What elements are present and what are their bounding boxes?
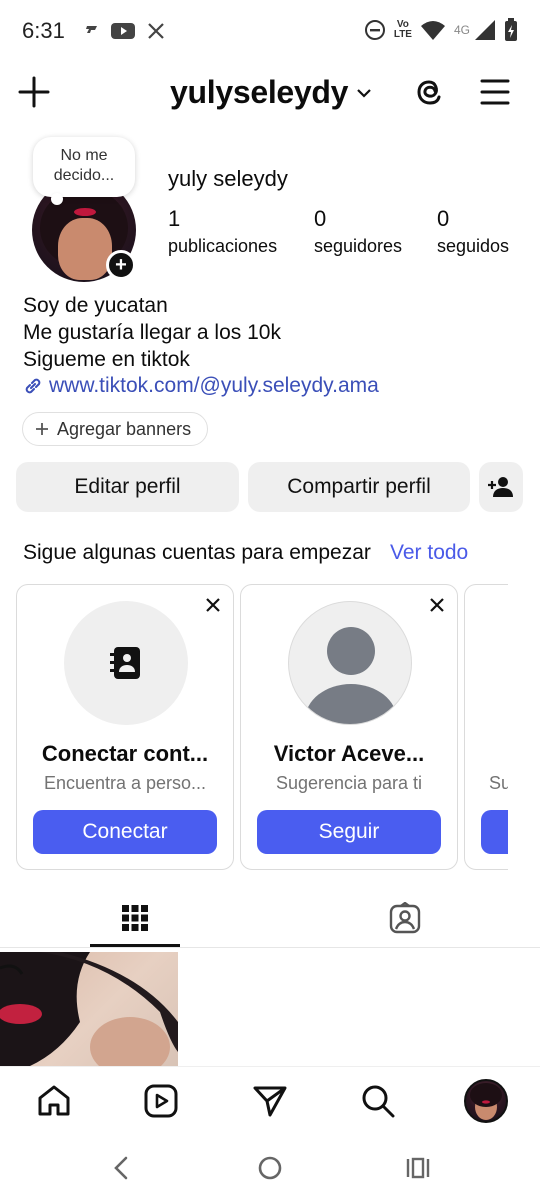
connect-button[interactable]: Conectar (33, 810, 217, 854)
x-icon (148, 23, 164, 39)
suggestion-button[interactable] (481, 810, 508, 854)
suggestion-name: Conectar cont... (41, 741, 209, 766)
note-text: No me decido... (53, 147, 115, 184)
contacts-book-icon (110, 647, 140, 679)
stat-following-value: 0 (437, 206, 450, 231)
stat-followers[interactable]: 0 seguidores (314, 206, 437, 258)
profile-actions: Editar perfil Compartir perfil (16, 462, 523, 512)
system-navigation-bar (0, 1136, 540, 1200)
profile-header: yulyseleydy (0, 62, 540, 124)
stat-posts-label: publicaciones (168, 236, 278, 256)
plus-icon (36, 423, 48, 435)
stat-following[interactable]: 0 seguidos (437, 206, 509, 258)
edit-profile-button[interactable]: Editar perfil (16, 462, 239, 512)
see-all-link[interactable]: Ver todo (390, 541, 468, 565)
profile-avatar-tab[interactable] (464, 1079, 508, 1123)
profile-stats: 1 publicaciones 0 seguidores 0 seguidos (168, 206, 509, 258)
chevron-down-icon (357, 88, 371, 98)
do-not-disturb-icon (364, 20, 385, 40)
battery-icon (505, 18, 517, 41)
follow-button[interactable]: Seguir (257, 810, 441, 854)
note-bubble[interactable]: No me decido... (33, 137, 135, 205)
account-switcher[interactable]: yulyseleydy (170, 74, 372, 111)
volte-indicator: Vo LTE (393, 19, 412, 40)
stat-followers-value: 0 (314, 206, 327, 231)
follow-label: Seguir (318, 820, 380, 843)
edit-profile-label: Editar perfil (74, 475, 181, 498)
send-icon[interactable] (252, 1083, 288, 1119)
grid-icon (122, 905, 148, 931)
add-person-icon (488, 477, 513, 497)
close-icon[interactable] (205, 597, 221, 613)
add-banners-button[interactable]: Agregar banners (22, 412, 209, 446)
profile-bio: Soy de yucatan Me gustaría llegar a los … (23, 292, 281, 373)
suggestion-subtitle: Sugerencia para ti (275, 773, 423, 793)
network-type: 4G (453, 23, 470, 37)
active-tab-indicator (90, 944, 180, 947)
home-circle-icon[interactable] (256, 1154, 284, 1182)
suggestion-subtitle: Encuentra a perso... (43, 773, 207, 793)
profile-link[interactable]: www.tiktok.com/@yuly.seleydy.ama (23, 374, 379, 398)
home-icon[interactable] (36, 1083, 72, 1119)
menu-icon[interactable] (480, 78, 510, 106)
suggestion-subtitle: Su (489, 773, 508, 793)
bio-line: Soy de yucatan (23, 294, 168, 317)
tagged-icon (389, 902, 421, 934)
stat-posts[interactable]: 1 publicaciones (168, 206, 314, 258)
app-notification-icon (85, 26, 97, 33)
profile-link-text: www.tiktok.com/@yuly.seleydy.ama (49, 374, 379, 397)
status-time: 6:31 (22, 18, 65, 43)
signal-icon (475, 20, 495, 40)
stat-posts-value: 1 (168, 206, 181, 231)
bottom-navigation (0, 1066, 540, 1136)
link-icon (25, 378, 41, 394)
discover-people-button[interactable] (479, 462, 523, 512)
suggestion-card[interactable]: Victor Aceve... Sugerencia para ti Segui… (240, 584, 458, 870)
profile-content-tabs (0, 888, 540, 948)
profile-full-name: yuly seleydy (168, 166, 288, 191)
suggested-user-avatar[interactable] (288, 601, 412, 725)
back-icon[interactable] (110, 1154, 134, 1182)
add-story-button[interactable]: + (106, 250, 136, 280)
stat-followers-label: seguidores (314, 236, 403, 256)
close-icon[interactable] (429, 597, 445, 613)
tab-tagged[interactable] (360, 888, 450, 948)
recent-apps-icon[interactable] (404, 1156, 432, 1180)
threads-icon[interactable] (413, 75, 447, 109)
search-icon[interactable] (360, 1083, 396, 1119)
add-banners-label: Agregar banners (57, 418, 192, 439)
profile-avatar-image (470, 1083, 502, 1120)
share-profile-label: Compartir perfil (287, 475, 431, 498)
bio-line: Me gustaría llegar a los 10k (23, 321, 281, 344)
suggestion-name: Victor Aceve... (273, 741, 425, 766)
reels-icon[interactable] (143, 1083, 179, 1119)
wifi-icon (420, 21, 445, 40)
notification-icons (83, 22, 165, 40)
stat-following-label: seguidos (437, 236, 510, 256)
status-bar: 6:31 Vo LTE 4G (0, 0, 540, 62)
suggestion-carousel[interactable]: Conectar cont... Encuentra a perso... Co… (16, 584, 508, 870)
post-image (0, 952, 178, 1066)
suggestion-card-partial[interactable]: Su (464, 584, 508, 870)
header-username: yulyseleydy (170, 74, 349, 110)
suggestion-card[interactable]: Conectar cont... Encuentra a perso... Co… (16, 584, 234, 870)
suggestions-title: Sigue algunas cuentas para empezar (23, 541, 371, 564)
connect-label: Conectar (82, 820, 168, 843)
share-profile-button[interactable]: Compartir perfil (248, 462, 470, 512)
tab-grid[interactable] (90, 888, 180, 948)
create-plus-icon[interactable] (18, 76, 50, 108)
contacts-avatar (64, 601, 188, 725)
system-status-icons: Vo LTE 4G (364, 18, 518, 42)
youtube-icon (110, 23, 135, 39)
bio-line: Sigueme en tiktok (23, 348, 190, 371)
default-avatar-icon (305, 627, 397, 724)
post-thumbnail[interactable] (0, 952, 178, 1066)
